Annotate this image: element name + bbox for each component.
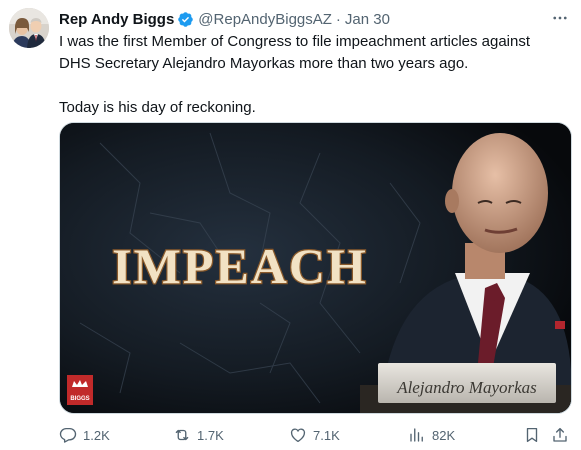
verified-badge-icon (177, 11, 194, 28)
nameplate-text: Alejandro Mayorkas (396, 378, 537, 397)
separator-dot: · (335, 10, 341, 28)
tweet-date[interactable]: Jan 30 (345, 11, 390, 28)
share-button[interactable] (551, 424, 569, 446)
bookmark-icon (526, 427, 538, 443)
more-icon[interactable] (549, 8, 571, 28)
like-count: 7.1K (313, 427, 340, 443)
like-button[interactable]: 7.1K (289, 424, 340, 446)
reply-icon (59, 427, 77, 443)
logo-text: BIGGS (70, 396, 89, 402)
author-handle[interactable]: @RepAndyBiggsAZ (198, 11, 332, 28)
author-name[interactable]: Rep Andy Biggs (59, 11, 174, 28)
tweet-text: I was the first Member of Congress to fi… (59, 31, 564, 119)
tweet-paragraph: Today is his day of reckoning. (59, 99, 256, 116)
bookmark-button[interactable] (523, 424, 541, 446)
biggs-logo: BIGGS (67, 375, 93, 405)
tweet-header: Rep Andy Biggs @RepAndyBiggsAZ · Jan 30 (59, 8, 571, 30)
repost-icon (175, 429, 189, 441)
repost-count: 1.7K (197, 427, 224, 443)
views-count: 82K (432, 427, 456, 443)
share-icon (553, 427, 567, 442)
views-button[interactable]: 82K (408, 424, 455, 446)
tweet-image[interactable]: Alejandro Mayorkas IMPEACH BIGGS (59, 122, 572, 414)
tweet-paragraph: I was the first Member of Congress to fi… (59, 33, 531, 72)
reply-button[interactable]: 1.2K (59, 424, 110, 446)
action-bar: 1.2K 1.7K 7.1K 82K (59, 424, 571, 446)
reply-count: 1.2K (83, 427, 110, 443)
like-icon (290, 428, 306, 443)
views-icon (410, 428, 423, 442)
repost-button[interactable]: 1.7K (173, 424, 224, 446)
tweet: Rep Andy Biggs @RepAndyBiggsAZ · Jan 30 … (0, 0, 581, 450)
avatar[interactable] (9, 8, 49, 48)
headline-text: IMPEACH (112, 238, 368, 294)
